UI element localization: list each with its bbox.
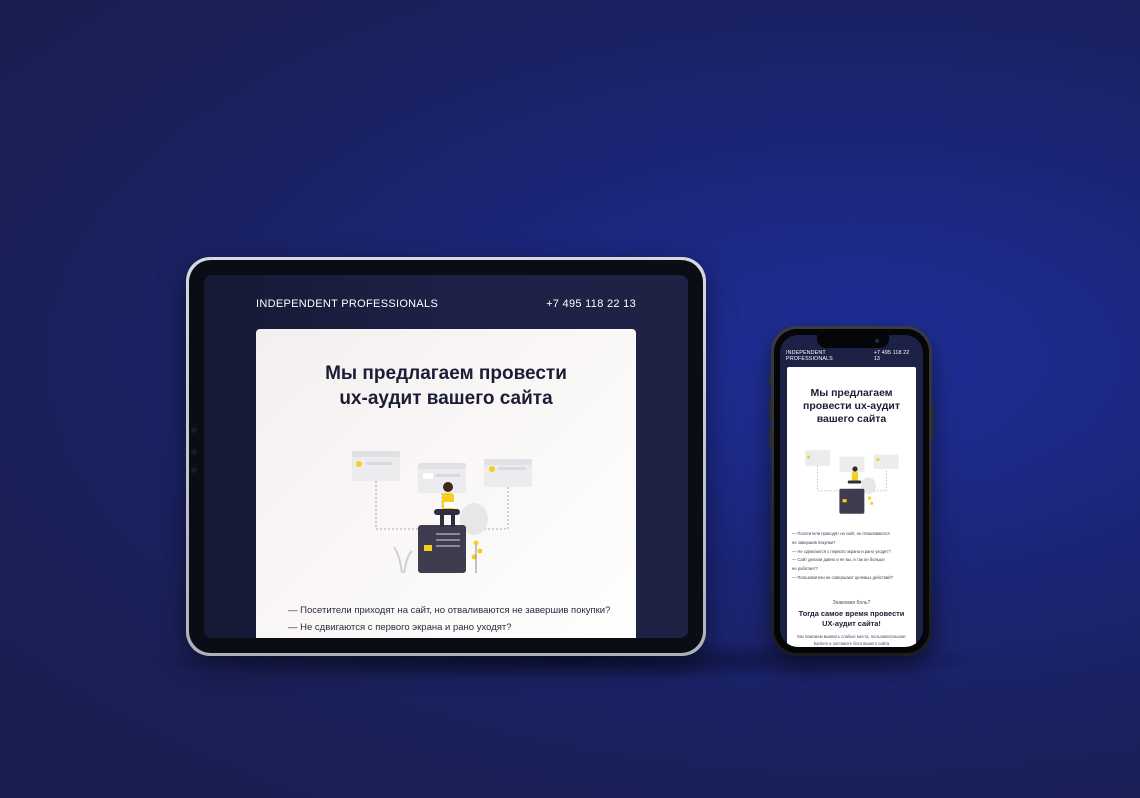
phone-volume-up: [769, 398, 771, 420]
list-item: не завершив покупки?: [792, 539, 836, 545]
server-box-illustration: [418, 525, 466, 573]
cta-description: Мы поможем выявить слабые места, пользов…: [797, 634, 906, 646]
hero-card: Мы предлагаем провести ux-аудит вашего с…: [256, 329, 636, 638]
brand-logo[interactable]: INDEPENDENT PROFESSIONALS: [256, 298, 438, 310]
phone-mute-switch: [769, 374, 771, 386]
list-item: — Посетители приходят на сайт, но отвали…: [288, 605, 611, 616]
header-phone-link[interactable]: +7 495 118 22 13: [874, 350, 917, 362]
pain-points-list: — Посетители приходят на сайт, но отвали…: [288, 602, 626, 636]
browser-window-illustration: [418, 463, 466, 493]
audit-illustration: [352, 451, 532, 574]
hero-title: Мы предлагаем провести ux-аудит вашего с…: [325, 363, 567, 409]
audit-illustration: [805, 450, 899, 514]
list-item: — Не сдвигаются с первого экрана и рано …: [792, 548, 891, 554]
site-header: INDEPENDENT PROFESSIONALS +7 495 118 22 …: [256, 295, 636, 313]
phone-volume-down: [769, 426, 771, 448]
browser-window-illustration: [484, 459, 532, 487]
phone-screen: INDEPENDENT PROFESSIONALS +7 495 118 22 …: [780, 335, 923, 647]
list-item: — Сайт делали давно и не вы, и так он бо…: [792, 557, 885, 563]
browser-window-illustration: [352, 451, 400, 481]
tablet-sensor: [191, 467, 197, 473]
familiar-pain-label: Знакомая боль?: [832, 600, 871, 606]
tablet-sensor: [191, 449, 197, 455]
phone-device: INDEPENDENT PROFESSIONALS +7 495 118 22 …: [769, 326, 934, 656]
phone-power-button: [932, 406, 934, 438]
tablet-device: INDEPENDENT PROFESSIONALS +7 495 118 22 …: [186, 257, 706, 656]
list-item: — Пользователи не совершают целевых дейс…: [792, 574, 893, 580]
camera-icon: [875, 339, 879, 343]
cta-heading: Тогда самое время провести UX-аудит сайт…: [798, 609, 905, 628]
tablet-bezel: INDEPENDENT PROFESSIONALS +7 495 118 22 …: [189, 260, 703, 653]
header-phone-link[interactable]: +7 495 118 22 13: [546, 298, 636, 310]
list-item: — Посетители приходят на сайт, но отвали…: [792, 531, 890, 536]
pain-points-list: — Посетители приходят на сайт, но отвали…: [792, 530, 912, 583]
hero-title: Мы предлагаем провести ux-аудит вашего с…: [803, 387, 900, 425]
list-item: — Не сдвигаются с первого экрана и рано …: [288, 622, 512, 633]
hero-card: Мы предлагаем провести ux-аудит вашего с…: [787, 367, 916, 647]
site-header: INDEPENDENT PROFESSIONALS +7 495 118 22 …: [786, 350, 917, 362]
tablet-camera: [191, 427, 197, 433]
brand-logo[interactable]: INDEPENDENT PROFESSIONALS: [786, 350, 874, 362]
tablet-screen: INDEPENDENT PROFESSIONALS +7 495 118 22 …: [204, 275, 688, 638]
phone-notch: [817, 335, 889, 348]
list-item: не работает?: [792, 566, 818, 572]
phone-bezel: INDEPENDENT PROFESSIONALS +7 495 118 22 …: [774, 329, 929, 653]
